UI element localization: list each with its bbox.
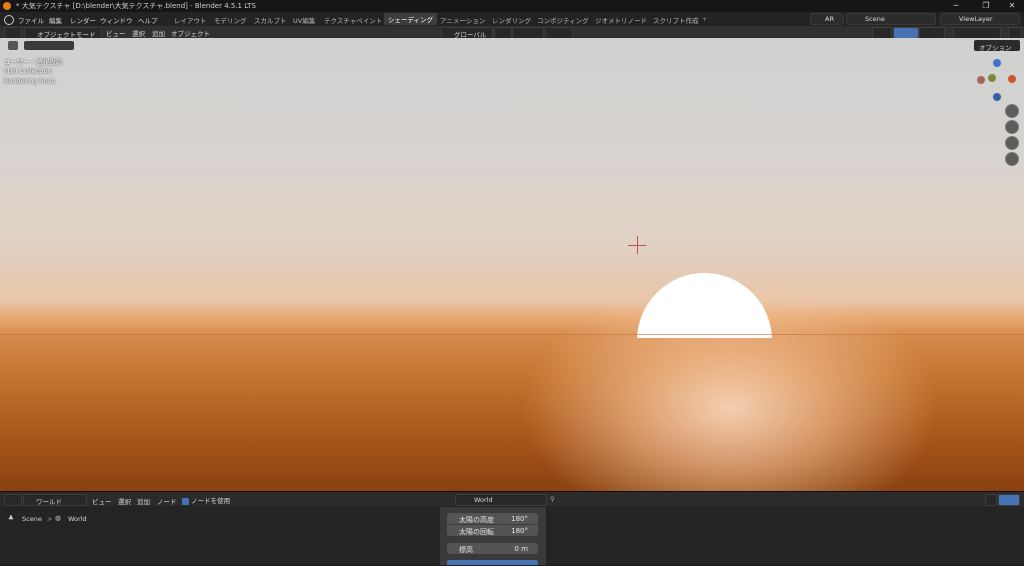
3d-cursor-vertical [637,236,638,254]
horizon-line [0,334,1024,335]
axis-x-icon[interactable] [1008,75,1016,83]
sidebar-toggle[interactable] [985,494,997,506]
tab-modeling[interactable]: モデリング [214,15,247,25]
altitude-label: 標高 [459,546,473,554]
add-workspace-button[interactable]: + [702,15,707,23]
options-label: オプション [979,44,1012,52]
viewport-menu-view[interactable]: ビュー [106,28,126,38]
ar-selector[interactable]: AR [810,13,844,25]
viewport-menu-object[interactable]: オブジェクト [171,28,210,38]
world-type-dropdown[interactable]: ワールド [23,494,87,506]
next-field-partial[interactable] [447,560,538,565]
sun-elevation-field[interactable]: 太陽の高度 180° [447,513,538,524]
blender-logo-icon [3,2,11,10]
axis-z-icon[interactable] [993,59,1001,67]
menu-file[interactable]: ファイル [18,15,44,25]
minimize-button[interactable]: ─ [946,1,966,10]
pin-icon[interactable]: ⚲ [550,495,555,503]
viewport-menu-select[interactable]: 選択 [132,28,145,38]
checkbox-checked-icon [182,497,189,505]
camera-icon[interactable] [1005,136,1019,150]
menu-render[interactable]: レンダー [70,15,96,25]
maximize-button[interactable]: ❐ [976,1,996,10]
breadcrumb-world[interactable]: World [68,515,87,523]
axis-neg-x-icon[interactable] [977,76,985,84]
options-dropdown[interactable]: オプション [974,40,1020,52]
node-menu-view[interactable]: ビュー [92,496,112,506]
menu-edit[interactable]: 編集 [49,15,62,25]
sun-disc [637,273,772,338]
collection-label: (16) Collection [4,67,52,75]
world-datablock-selector[interactable]: World [455,494,547,506]
viewport-header: オブジェクトモード ビュー 選択 追加 オブジェクト グローバル [0,26,1024,39]
breadcrumb-world-icon: ◍ [55,514,61,522]
axis-neg-z-icon[interactable] [993,93,1001,101]
3d-viewport[interactable]: ユーザー・透視投影 (16) Collection Rendering Sous… [0,38,1024,491]
node-menu-select[interactable]: 選択 [118,496,131,506]
sun-rotation-label: 太陽の回転 [459,528,494,536]
sun-rotation-value: 180° [511,527,528,535]
breadcrumb-scene[interactable]: Scene [22,515,42,523]
breadcrumb-separator: > [47,515,53,523]
node-menu-node[interactable]: ノード [157,496,177,506]
viewport-menu-add[interactable]: 追加 [152,28,165,38]
sky-texture-node-panel: 太陽の高度 180° 太陽の回転 180° 標高 0 m [439,506,547,566]
viewlayer-label: ViewLayer [959,15,993,23]
close-button[interactable]: ✕ [1002,1,1022,10]
node-editor-header: ワールド ビュー 選択 追加 ノード ノードを使用 World ⚲ [0,491,1024,506]
window-title: * 大気テクスチャ [D:\blender\大気テクスチャ.blend] - B… [16,2,256,10]
tab-layout[interactable]: レイアウト [174,15,207,25]
tab-rendering[interactable]: レンダリング [492,15,531,25]
use-nodes-checkbox[interactable]: ノードを使用 [182,495,230,505]
viewlayer-selector[interactable]: ViewLayer [940,13,1020,25]
select-tool-icon[interactable] [8,41,18,50]
tab-shading[interactable]: シェーディング [384,13,438,25]
object-label: Rendering Sous [4,77,55,85]
tab-scripting[interactable]: スクリプト作成 [653,15,699,25]
breadcrumb-scene-icon: ♣ [8,514,14,522]
node-menu-add[interactable]: 追加 [137,496,150,506]
overlay-node-toggle[interactable] [998,494,1020,506]
altitude-field[interactable]: 標高 0 m [447,543,538,554]
sun-elevation-label: 太陽の高度 [459,516,494,524]
pan-hand-icon[interactable] [1005,120,1019,134]
blender-menu-icon[interactable] [4,15,14,25]
world-name-label: World [474,496,493,504]
world-type-label: ワールド [36,498,62,506]
tab-sculpt[interactable]: スカルプト [254,15,287,25]
tab-texture-paint[interactable]: テクスチャペイント [324,15,382,25]
menu-help[interactable]: ヘルプ [138,15,158,25]
menu-window[interactable]: ウィンドウ [100,15,133,25]
perspective-grid-icon[interactable] [1005,152,1019,166]
scene-label: Scene [865,15,885,23]
sun-disc-clip [600,238,820,338]
title-bar: * 大気テクスチャ [D:\blender\大気テクスチャ.blend] - B… [0,0,1024,12]
axis-y-icon[interactable] [988,74,996,82]
zoom-icon[interactable] [1005,104,1019,118]
tab-uv-editing[interactable]: UV編集 [293,15,315,25]
use-nodes-label: ノードを使用 [191,497,231,505]
tab-geometry-nodes[interactable]: ジオメトリノード [595,15,647,25]
tab-animation[interactable]: アニメーション [440,15,485,25]
sun-elevation-value: 180° [511,515,528,523]
select-mode-buttons[interactable] [24,41,74,50]
node-editor-type-button[interactable] [4,494,22,506]
tab-compositing[interactable]: コンポジティング [537,15,589,25]
ar-label: AR [825,15,834,23]
view-name-label: ユーザー・透視投影 [4,58,63,66]
altitude-value: 0 m [514,545,529,553]
sun-rotation-field[interactable]: 太陽の回転 180° [447,525,538,536]
scene-selector[interactable]: Scene [846,13,936,25]
